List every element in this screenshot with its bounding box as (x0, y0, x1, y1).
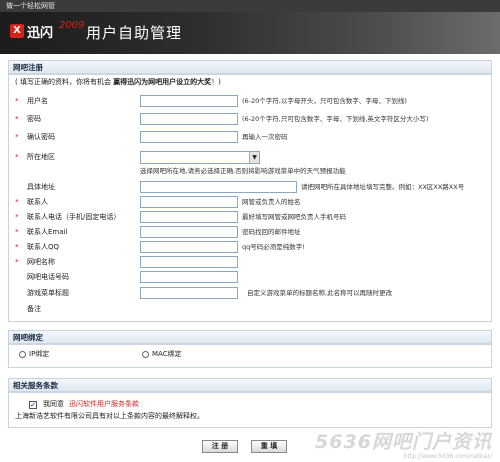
password-input[interactable] (140, 113, 238, 125)
field-row-qq: * 联系人QQ qq号码必须是纯数字! (9, 241, 493, 255)
required-star: * (15, 153, 19, 161)
field-row-phone: * 联系人电话（手机/固定电话） 最好填写网管或网吧负责人手机号码 (9, 211, 493, 225)
field-row-password: * 密码 (6-20个字符,只可包含数字、字母、下划线,英文字符区分大小写) (9, 113, 493, 127)
mac-bind-radio[interactable] (142, 351, 149, 358)
required-star: * (15, 97, 19, 105)
contact-input[interactable] (140, 196, 238, 208)
field-label: 联系人电话（手机/固定电话） (27, 213, 121, 221)
netbar-phone-input[interactable] (140, 271, 238, 283)
window-title: 做一个轻松网管 (6, 2, 55, 10)
field-hint: (6-20个字符,只可包含数字、字母、下划线,英文字符区分大小写) (242, 115, 429, 123)
page-title: 用户自助管理 (86, 24, 183, 42)
field-row-address: 具体地址 请把网吧所在具体地址填写完整。例如：XX区XX路XX号 (9, 181, 493, 195)
field-hint: 再输入一次密码 (242, 133, 288, 141)
register-notice: ( 填写正确的资料，你将有机会 赢得迅闪为网吧用户设立的大奖！) (15, 77, 221, 87)
field-label: 密码 (27, 115, 41, 123)
submit-button[interactable]: 注 册 (202, 440, 238, 453)
required-star: * (15, 213, 19, 221)
terms-section-header: 相关服务条款 (9, 379, 491, 393)
header-banner (0, 12, 500, 54)
field-row-contact: * 联系人 网管或负责人的姓名 (9, 196, 493, 210)
field-hint: 密码找回的邮件地址 (242, 228, 301, 236)
brand-logo-number: 2009 (59, 20, 85, 31)
bind-section: 网吧绑定 IP绑定 MAC绑定 (8, 330, 492, 368)
register-section-header: 网吧注册 (9, 61, 491, 75)
netbar-name-input[interactable] (140, 256, 238, 268)
field-row-confirm-password: * 确认密码 再输入一次密码 (9, 131, 493, 145)
field-hint: 最好填写网管或网吧负责人手机号码 (242, 213, 346, 221)
register-section: 网吧注册 ( 填写正确的资料，你将有机会 赢得迅闪为网吧用户设立的大奖！) * … (8, 60, 492, 322)
bind-section-header: 网吧绑定 (9, 331, 491, 345)
field-hint: (6-20个字符,以字母开头，只可包含数字、字母、下划线) (242, 97, 407, 105)
field-hint: qq号码必须是纯数字! (242, 243, 305, 251)
ip-bind-label: IP绑定 (29, 350, 50, 358)
field-row-menu-title: 游戏菜单标题 自定义游戏菜单的标题名称,此名称可以再随时更改 (9, 287, 493, 301)
confirm-password-input[interactable] (140, 131, 238, 143)
field-label: 确认密码 (27, 133, 55, 141)
phone-input[interactable] (140, 211, 238, 223)
region-select[interactable]: ▼ (140, 151, 260, 164)
field-label: 用户名 (27, 97, 48, 105)
notice-text: ( 填写正确的资料，你将有机会 (15, 78, 114, 86)
watermark-url: http://www.5636.com/netbar/ (403, 453, 492, 460)
field-label: 网吧电话号码 (27, 273, 69, 281)
field-label: 联系人QQ (27, 243, 60, 251)
field-label: 联系人Email (27, 228, 68, 236)
field-row-netbar-name: * 网吧名称 (9, 256, 493, 270)
username-input[interactable] (140, 95, 238, 107)
agree-checkbox[interactable]: ✓ (29, 401, 37, 409)
address-input[interactable] (140, 181, 297, 193)
field-row-region: * 所在地区 ▼ 选择网吧所在地,请务必选择正确,否则将影响游戏菜单中的天气预报… (9, 151, 493, 177)
field-label: 备注 (27, 305, 41, 313)
field-hint: 请把网吧所在具体地址填写完整。例如：XX区XX路XX号 (301, 183, 465, 191)
field-row-email: * 联系人Email 密码找回的邮件地址 (9, 226, 493, 240)
field-label: 联系人 (27, 198, 48, 206)
required-star: * (15, 133, 19, 141)
chevron-down-icon[interactable]: ▼ (249, 152, 259, 163)
field-row-remarks: 备注 (9, 303, 493, 317)
field-hint: 选择网吧所在地,请务必选择正确,否则将影响游戏菜单中的天气预报功能 (140, 167, 346, 175)
terms-statement: 上海新浩艺软件有限公司具有对以上条款内容的最终解释权。 (15, 412, 204, 420)
field-hint: 自定义游戏菜单的标题名称,此名称可以再随时更改 (247, 289, 393, 297)
field-label: 游戏菜单标题 (27, 289, 69, 297)
field-label: 网吧名称 (27, 258, 55, 266)
email-input[interactable] (140, 226, 238, 238)
notice-highlight: 赢得迅闪为网吧用户设立的大奖 (113, 78, 212, 86)
terms-section: 相关服务条款 ✓ 我同意 迅闪软件用户服务条款 上海新浩艺软件有限公司具有对以上… (8, 378, 492, 428)
watermark-text: 5636网吧门户资讯 (315, 431, 492, 453)
brand-logo-icon: X (10, 24, 24, 38)
field-label: 所在地区 (27, 153, 55, 161)
notice-text-end: ！) (211, 78, 221, 86)
required-star: * (15, 243, 19, 251)
reset-button[interactable]: 重 填 (251, 440, 287, 453)
ip-bind-radio[interactable] (19, 351, 26, 358)
qq-input[interactable] (140, 241, 238, 253)
menu-title-input[interactable] (140, 287, 238, 299)
field-hint: 网管或负责人的姓名 (242, 198, 301, 206)
field-label: 具体地址 (27, 183, 55, 191)
mac-bind-label: MAC绑定 (152, 350, 182, 358)
field-row-netbar-phone: 网吧电话号码 (9, 271, 493, 285)
required-star: * (15, 115, 19, 123)
required-star: * (15, 258, 19, 266)
brand-logo-text: 迅闪 (27, 26, 54, 41)
required-star: * (15, 228, 19, 236)
window-title-bar: 做一个轻松网管 (0, 0, 500, 12)
field-row-username: * 用户名 (6-20个字符,以字母开头，只可包含数字、字母、下划线) (9, 95, 493, 109)
required-star: * (15, 198, 19, 206)
